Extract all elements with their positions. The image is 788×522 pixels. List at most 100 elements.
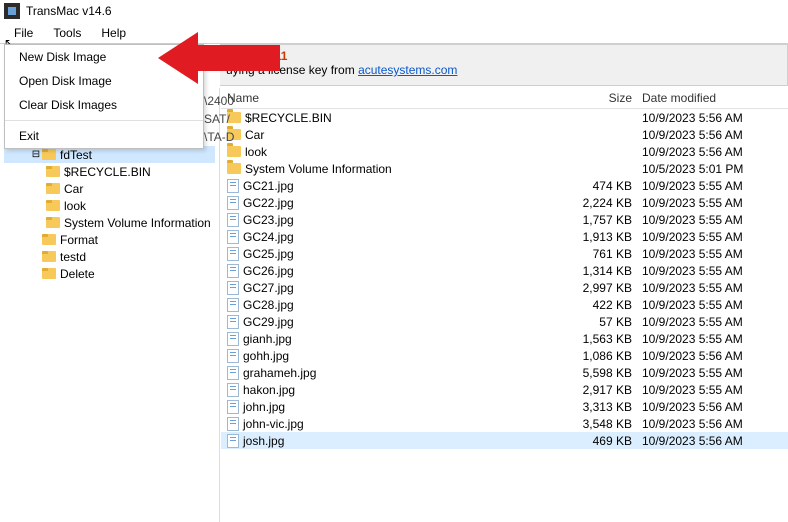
tree-item-label: testd (60, 250, 86, 264)
file-size: 469 KB (552, 434, 642, 448)
file-size: 1,314 KB (552, 264, 642, 278)
file-date: 10/9/2023 5:55 AM (642, 281, 782, 295)
file-icon (227, 196, 239, 210)
file-row[interactable]: gianh.jpg 1,563 KB10/9/2023 5:55 AM (221, 330, 788, 347)
file-icon (227, 315, 239, 329)
file-name: $RECYCLE.BIN (245, 111, 332, 125)
tree-pane[interactable]: ⊟ fdTest $RECYCLE.BIN Carlook System Volume … (0, 88, 220, 522)
file-row[interactable]: GC27.jpg2,997 KB10/9/2023 5:55 AM (221, 279, 788, 296)
notice-link[interactable]: acutesystems.com (358, 63, 457, 77)
file-icon (227, 417, 239, 431)
file-date: 10/9/2023 5:55 AM (642, 298, 782, 312)
file-row[interactable]: GC29.jpg 57 KB10/9/2023 5:55 AM (221, 313, 788, 330)
file-size: 1,913 KB (552, 230, 642, 244)
file-icon (227, 179, 239, 193)
file-date: 10/9/2023 5:55 AM (642, 196, 782, 210)
file-name: GC23.jpg (243, 213, 294, 227)
file-row[interactable]: grahameh.jpg5,598 KB10/9/2023 5:55 AM (221, 364, 788, 381)
folder-icon (227, 112, 241, 123)
folder-icon (227, 163, 241, 174)
file-size: 2,997 KB (552, 281, 642, 295)
file-date: 10/9/2023 5:55 AM (642, 332, 782, 346)
file-date: 10/9/2023 5:56 AM (642, 128, 782, 142)
folder-icon (227, 146, 241, 157)
tree-item-label: fdTest (60, 148, 92, 162)
file-name: GC25.jpg (243, 247, 294, 261)
file-name: GC24.jpg (243, 230, 294, 244)
file-row[interactable]: System Volume Information10/5/2023 5:01 … (221, 160, 788, 177)
file-name: GC26.jpg (243, 264, 294, 278)
menu-help[interactable]: Help (91, 24, 136, 42)
file-name: look (245, 145, 267, 159)
file-icon (227, 247, 239, 261)
tree-item-label: Car (64, 182, 83, 196)
file-date: 10/9/2023 5:55 AM (642, 179, 782, 193)
file-icon (227, 349, 239, 363)
file-icon (227, 264, 239, 278)
tree-item-label: System Volume Information (64, 216, 211, 230)
file-name: Car (245, 128, 264, 142)
file-date: 10/9/2023 5:55 AM (642, 315, 782, 329)
file-name: gohh.jpg (243, 349, 289, 363)
tree-item-label: Delete (60, 267, 95, 281)
menu-tools[interactable]: Tools (43, 24, 91, 42)
folder-icon (42, 149, 56, 160)
folder-icon (227, 129, 241, 140)
column-headers[interactable]: Name Size Date modified (221, 88, 788, 109)
file-row[interactable]: GC25.jpg761 KB10/9/2023 5:55 AM (221, 245, 788, 262)
file-list-pane[interactable]: Name Size Date modified $RECYCLE.BIN10/9… (221, 88, 788, 522)
file-size: 1,757 KB (552, 213, 642, 227)
folder-icon (46, 183, 60, 194)
evaluation-banner: aluation: 11 uying a license key from ac… (220, 44, 788, 86)
tree-item[interactable]: $RECYCLE.BIN (4, 163, 215, 180)
file-row[interactable]: gohh.jpg1,086 KB10/9/2023 5:56 AM (221, 347, 788, 364)
title-bar: TransMac v14.6 (0, 0, 788, 22)
file-row[interactable]: GC22.jpg2,224 KB10/9/2023 5:55 AM (221, 194, 788, 211)
menu-exit[interactable]: Exit (5, 124, 203, 148)
file-name: GC29.jpg (243, 315, 294, 329)
folder-icon (46, 166, 60, 177)
tree-item-label: Format (60, 233, 98, 247)
tree-item[interactable]: Delete (4, 265, 215, 282)
collapse-icon[interactable]: ⊟ (30, 149, 42, 160)
file-row[interactable]: GC26.jpg1,314 KB10/9/2023 5:55 AM (221, 262, 788, 279)
file-size: 57 KB (552, 315, 642, 329)
file-name: gianh.jpg (243, 332, 292, 346)
file-row[interactable]: john-vic.jpg3,548 KB10/9/2023 5:56 AM (221, 415, 788, 432)
file-size: 1,086 KB (552, 349, 642, 363)
file-row[interactable]: GC28.jpg422 KB10/9/2023 5:55 AM (221, 296, 788, 313)
file-size: 474 KB (552, 179, 642, 193)
file-date: 10/9/2023 5:56 AM (642, 400, 782, 414)
file-name: grahameh.jpg (243, 366, 316, 380)
file-date: 10/5/2023 5:01 PM (642, 162, 782, 176)
file-icon (227, 298, 239, 312)
col-size[interactable]: Size (552, 91, 642, 105)
file-size: 1,563 KB (552, 332, 642, 346)
tree-item[interactable]: Format (4, 231, 215, 248)
file-row[interactable]: look10/9/2023 5:56 AM (221, 143, 788, 160)
file-row[interactable]: GC23.jpg1,757 KB10/9/2023 5:55 AM (221, 211, 788, 228)
file-row[interactable]: GC24.jpg1,913 KB10/9/2023 5:55 AM (221, 228, 788, 245)
tree-item[interactable]: testd (4, 248, 215, 265)
tree-item[interactable]: look (4, 197, 215, 214)
tree-item[interactable]: Car (4, 180, 215, 197)
file-name: hakon.jpg (243, 383, 295, 397)
file-row[interactable]: $RECYCLE.BIN10/9/2023 5:56 AM (221, 109, 788, 126)
file-row[interactable]: Car 10/9/2023 5:56 AM (221, 126, 788, 143)
app-icon (4, 3, 20, 19)
col-name[interactable]: Name (227, 91, 552, 105)
file-row[interactable]: hakon.jpg2,917 KB10/9/2023 5:55 AM (221, 381, 788, 398)
file-name: GC22.jpg (243, 196, 294, 210)
file-row[interactable]: josh.jpg469 KB10/9/2023 5:56 AM (221, 432, 788, 449)
file-name: GC28.jpg (243, 298, 294, 312)
file-size: 761 KB (552, 247, 642, 261)
folder-icon (46, 200, 60, 211)
menu-file[interactable]: File (4, 24, 43, 42)
file-row[interactable]: GC21.jpg474 KB10/9/2023 5:55 AM (221, 177, 788, 194)
menu-clear-disk-images[interactable]: Clear Disk Images (5, 93, 203, 117)
file-icon (227, 230, 239, 244)
file-row[interactable]: john.jpg3,313 KB10/9/2023 5:56 AM (221, 398, 788, 415)
col-date[interactable]: Date modified (642, 91, 782, 105)
tree-item[interactable]: System Volume Information (4, 214, 215, 231)
tree-item-label: $RECYCLE.BIN (64, 165, 151, 179)
